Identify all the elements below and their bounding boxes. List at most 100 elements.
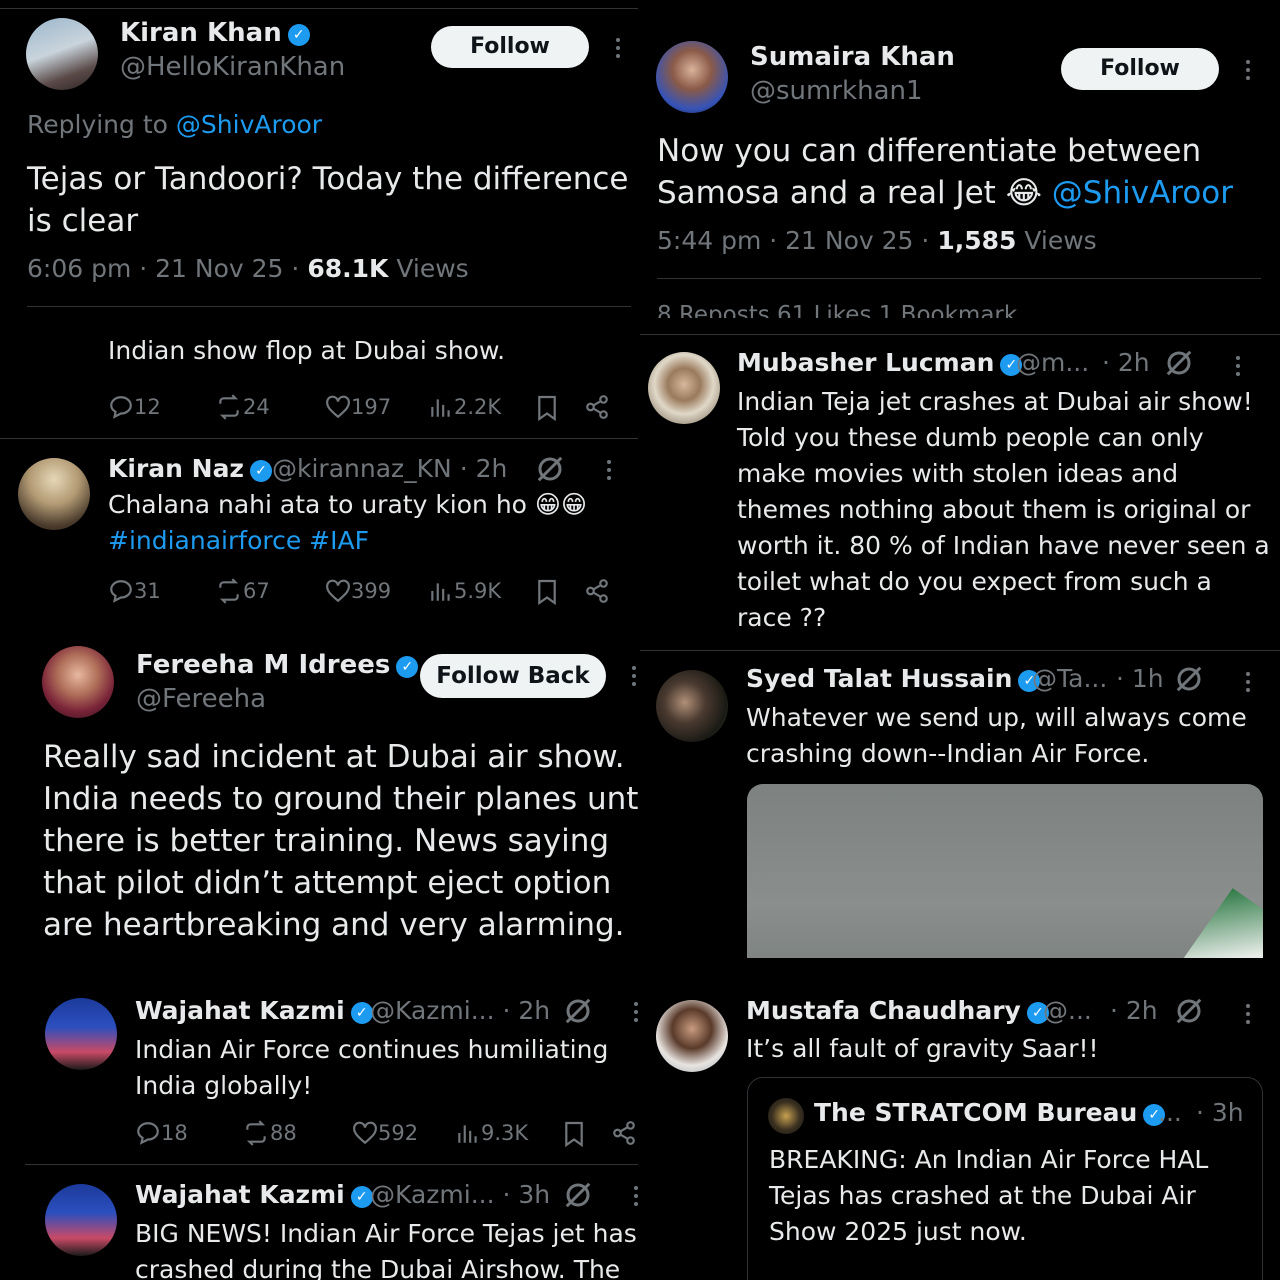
tweet-date[interactable]: 21 Nov 25	[785, 226, 913, 255]
attached-video-image[interactable]	[747, 784, 1263, 958]
more-options-icon[interactable]	[1236, 356, 1240, 380]
mubasher-lucman-avatar[interactable]	[648, 352, 720, 424]
tweet-time[interactable]: 6:06 pm	[27, 254, 131, 283]
reply-text-line-2: crashing down--Indian Air Force.	[746, 739, 1150, 768]
sumaira-khan-avatar[interactable]	[656, 41, 728, 113]
verified-badge-icon: ✓	[396, 656, 419, 678]
replying-to-link[interactable]: @ShivAroor	[176, 110, 322, 139]
more-options-icon[interactable]	[1246, 1004, 1250, 1028]
more-options-icon[interactable]	[634, 1002, 638, 1026]
bookmark-action[interactable]	[536, 578, 558, 606]
reply-author-name[interactable]: Mustafa Chaudhary ✓	[746, 996, 1049, 1025]
reply-handle[interactable]: @Ta...	[1032, 664, 1107, 693]
reply-time[interactable]: 2h	[476, 454, 508, 483]
repost-action[interactable]: 67	[215, 578, 270, 604]
share-icon	[613, 1121, 635, 1145]
engagement-stats-cut[interactable]: 8 Reposts 61 Likes 1 Bookmark	[657, 302, 1017, 318]
top-divider	[0, 8, 638, 9]
share-action[interactable]	[584, 578, 610, 604]
reply-text: Chalana nahi ata to uraty kion ho 😁😁	[108, 490, 588, 519]
fereeha-avatar[interactable]	[42, 646, 114, 718]
author-name[interactable]: Fereeha M Idrees ✓	[136, 650, 419, 680]
tweet-date[interactable]: 21 Nov 25	[155, 254, 283, 283]
reply-author-name[interactable]: Wajahat Kazmi ✓	[135, 996, 373, 1025]
follow-button[interactable]: Follow	[1061, 48, 1219, 90]
author-handle[interactable]: @sumrkhan1	[750, 76, 923, 106]
reply-text-line-2: Told you these dumb people can only	[737, 423, 1204, 452]
reply-action[interactable]: 12	[108, 394, 161, 420]
panel-replies: Indian show flop at Dubai show. 12 24 19…	[0, 318, 638, 624]
more-options-icon[interactable]	[616, 38, 620, 62]
share-action[interactable]	[584, 394, 610, 420]
more-options-icon[interactable]	[632, 666, 636, 690]
author-handle[interactable]: @HelloKiranKhan	[120, 52, 345, 82]
grok-icon[interactable]	[1174, 664, 1204, 698]
reply-time[interactable]: 2h	[518, 996, 550, 1025]
quoted-text-line-2: Tejas has crashed at the Dubai Air	[769, 1181, 1196, 1210]
grok-icon[interactable]	[535, 454, 565, 488]
reply-author-name[interactable]: Kiran Naz ✓	[108, 454, 272, 483]
follow-button[interactable]: Follow	[431, 26, 589, 68]
repost-action[interactable]: 88	[242, 1120, 297, 1146]
reply-author-name[interactable]: Syed Talat Hussain ✓	[746, 664, 1041, 693]
grok-icon[interactable]	[1164, 348, 1194, 382]
more-options-icon[interactable]	[1246, 60, 1250, 84]
grok-icon[interactable]	[563, 996, 593, 1030]
reply-time[interactable]: · 1h	[1116, 664, 1164, 693]
reply-time[interactable]: · 2h	[1102, 348, 1150, 377]
tweet-time[interactable]: 5:44 pm	[657, 226, 761, 255]
share-action[interactable]	[611, 1120, 637, 1146]
like-action[interactable]: 399	[325, 578, 391, 604]
reply-handle[interactable]: @...	[1043, 996, 1092, 1025]
reply-author-name[interactable]: Mubasher Lucman ✓	[737, 348, 1023, 377]
tweet-text-line-1: Now you can differentiate between	[657, 133, 1202, 169]
verified-badge-icon: ✓	[250, 460, 272, 482]
mention-link[interactable]: @ShivAroor	[1052, 175, 1233, 211]
views-count: 68.1K	[307, 254, 389, 283]
reply-hashtags[interactable]: #indianairforce #IAF	[108, 526, 369, 555]
author-handle[interactable]: @Fereeha	[136, 684, 266, 714]
quoted-tweet-card[interactable]: The STRATCOM Bureau ✓ ... · 3h BREAKING: …	[747, 1077, 1263, 1280]
wajahat-kazmi-avatar[interactable]	[45, 1184, 117, 1256]
more-options-icon[interactable]	[1246, 672, 1250, 696]
reply-author-name[interactable]: Wajahat Kazmi ✓	[135, 1180, 373, 1209]
quoted-text-line-1: BREAKING: An Indian Air Force HAL	[769, 1145, 1209, 1174]
grok-icon[interactable]	[563, 1180, 593, 1214]
bookmark-action[interactable]	[536, 394, 558, 422]
syed-talat-hussain-avatar[interactable]	[656, 670, 728, 742]
views-action[interactable]: 9.3K	[455, 1120, 528, 1146]
heart-icon	[326, 395, 350, 419]
mustafa-chaudhary-avatar[interactable]	[656, 1000, 728, 1072]
reply-text-line-5: worth it. 80 % of Indian have never seen…	[737, 531, 1270, 560]
repost-action[interactable]: 24	[215, 394, 270, 420]
author-name[interactable]: Kiran Khan ✓	[120, 18, 310, 48]
like-action[interactable]: 197	[325, 394, 391, 420]
kiran-khan-avatar[interactable]	[26, 18, 98, 90]
more-options-icon[interactable]	[607, 460, 611, 484]
like-action[interactable]: 592	[352, 1120, 418, 1146]
reply-handle[interactable]: @kirannaz_KN	[272, 454, 452, 483]
grok-icon[interactable]	[1174, 996, 1204, 1030]
more-options-icon[interactable]	[634, 1186, 638, 1210]
reply-handle[interactable]: @m...	[1016, 348, 1089, 377]
reply-text: Indian show flop at Dubai show.	[108, 336, 506, 365]
reply-time[interactable]: · 2h	[1110, 996, 1158, 1025]
reply-handle[interactable]: @Kazmi...	[370, 996, 495, 1025]
wajahat-kazmi-avatar[interactable]	[45, 998, 117, 1070]
reply-action[interactable]: 31	[108, 578, 161, 604]
replying-to: Replying to @ShivAroor	[27, 110, 323, 139]
reply-handle[interactable]: @Kazmi...	[370, 1180, 495, 1209]
reply-text-line-2: India globally!	[135, 1071, 313, 1100]
views-action[interactable]: 5.9K	[428, 578, 501, 604]
views-action[interactable]: 2.2K	[428, 394, 501, 420]
bookmark-action[interactable]	[563, 1120, 585, 1148]
reply-time[interactable]: 3h	[518, 1180, 550, 1209]
follow-back-button[interactable]: Follow Back	[420, 654, 606, 698]
reply-text-line-1: BIG NEWS! Indian Air Force Tejas jet has	[135, 1219, 637, 1248]
reply-action[interactable]: 18	[135, 1120, 188, 1146]
author-name[interactable]: Sumaira Khan	[750, 42, 955, 72]
kiran-naz-avatar[interactable]	[18, 458, 90, 530]
views-icon	[458, 1125, 477, 1143]
bookmark-icon	[565, 1121, 583, 1148]
tweet-text-line-4: that pilot didn’t attempt eject option	[43, 865, 612, 901]
